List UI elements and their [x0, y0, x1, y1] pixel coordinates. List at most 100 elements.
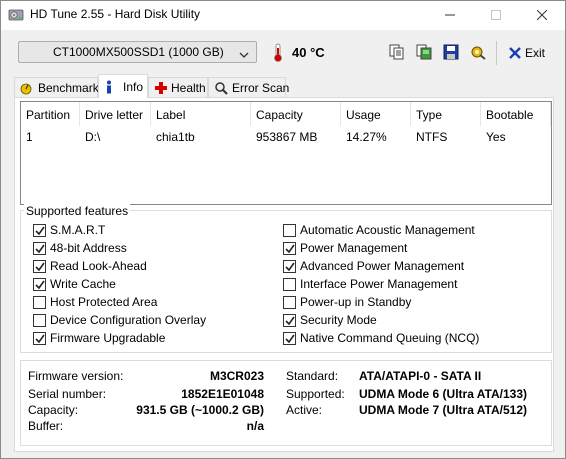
column-divider[interactable]	[79, 102, 80, 126]
tab-benchmark[interactable]: Benchmark	[14, 77, 99, 97]
tab-info[interactable]: Info	[98, 74, 148, 98]
standard-value: ATA/ATAPI-0 - SATA II	[359, 369, 482, 383]
feature-label: 48-bit Address	[50, 241, 127, 255]
app-window: HD Tune 2.55 - Hard Disk Utility CT1000M…	[0, 0, 566, 459]
info-icon	[107, 80, 111, 94]
info-panel: Partition Drive letter Label Capacity Us…	[14, 97, 554, 452]
column-header-drive-letter[interactable]: Drive letter	[85, 108, 143, 122]
error-scan-icon	[215, 82, 228, 95]
column-divider[interactable]	[550, 102, 551, 126]
temperature-readout: 40 °C	[292, 45, 325, 60]
cell-partition: 1	[26, 130, 33, 144]
tab-info-label: Info	[123, 80, 144, 94]
exit-label: Exit	[525, 46, 546, 60]
drive-info-group: Firmware version: M3CR023 Serial number:…	[20, 360, 552, 446]
tab-benchmark-label: Benchmark	[38, 81, 99, 95]
firmware-label: Firmware version:	[28, 369, 124, 383]
feature-label: Security Mode	[300, 313, 377, 327]
column-header-bootable[interactable]: Bootable	[486, 108, 533, 122]
column-header-capacity[interactable]: Capacity	[256, 108, 303, 122]
supported-features-group: Supported features S.M.A.R.T 48-bit Addr…	[20, 204, 552, 353]
column-header-label[interactable]: Label	[156, 108, 185, 122]
tab-error-scan-label: Error Scan	[232, 81, 290, 95]
tab-health-label: Health	[171, 81, 206, 95]
cell-type: NTFS	[416, 130, 448, 144]
serial-label: Serial number:	[28, 387, 107, 401]
feature-label: Read Look-Ahead	[50, 259, 147, 273]
cell-capacity: 953867 MB	[256, 130, 318, 144]
serial-value: 1852E1E01048	[181, 387, 264, 401]
feature-label: S.M.A.R.T	[50, 223, 106, 237]
supported-value: UDMA Mode 6 (Ultra ATA/133)	[359, 387, 528, 401]
thermometer-icon	[271, 43, 285, 66]
cell-usage: 14.27%	[346, 130, 387, 144]
column-header-type[interactable]: Type	[416, 108, 442, 122]
feature-checkbox[interactable]	[33, 278, 46, 291]
feature-checkbox[interactable]	[33, 296, 46, 309]
column-divider[interactable]	[480, 102, 481, 126]
cell-drive-letter: D:\	[85, 130, 101, 144]
copy-screenshot-icon[interactable]	[415, 43, 433, 61]
feature-checkbox[interactable]	[283, 242, 296, 255]
window-title: HD Tune 2.55 - Hard Disk Utility	[30, 7, 201, 21]
feature-label: Advanced Power Management	[300, 259, 465, 273]
feature-checkbox[interactable]	[283, 224, 296, 237]
column-divider[interactable]	[410, 102, 411, 126]
cell-label: chia1tb	[156, 130, 195, 144]
chevron-down-icon	[239, 48, 249, 62]
feature-label: Automatic Acoustic Management	[300, 223, 475, 237]
feature-checkbox[interactable]	[33, 260, 46, 273]
feature-checkbox[interactable]	[33, 314, 46, 327]
save-icon[interactable]	[442, 43, 460, 61]
drive-select-value: CT1000MX500SSD1 (1000 GB)	[53, 45, 224, 59]
feature-checkbox[interactable]	[283, 296, 296, 309]
hd-tune-app-icon[interactable]	[8, 7, 24, 23]
capacity-label: Capacity:	[28, 403, 79, 417]
feature-checkbox[interactable]	[283, 332, 296, 345]
minimize-button[interactable]	[427, 1, 473, 30]
options-icon[interactable]	[469, 43, 487, 61]
buffer-value: n/a	[246, 419, 264, 433]
buffer-label: Buffer:	[28, 419, 64, 433]
maximize-button[interactable]	[473, 1, 519, 30]
feature-checkbox[interactable]	[33, 332, 46, 345]
tab-error-scan[interactable]: Error Scan	[208, 77, 290, 97]
feature-label: Power Management	[300, 241, 408, 255]
standard-label: Standard:	[286, 369, 339, 383]
toolbar-divider	[496, 41, 497, 65]
column-divider[interactable]	[250, 102, 251, 126]
feature-checkbox[interactable]	[33, 224, 46, 237]
supported-label: Supported:	[286, 387, 345, 401]
feature-label: Firmware Upgradable	[50, 331, 166, 345]
active-label: Active:	[286, 403, 323, 417]
column-header-usage[interactable]: Usage	[346, 108, 381, 122]
supported-features-title: Supported features	[24, 204, 131, 218]
feature-label: Native Command Queuing (NCQ)	[300, 331, 480, 345]
close-button[interactable]	[519, 1, 565, 30]
feature-checkbox[interactable]	[33, 242, 46, 255]
title-bar[interactable]: HD Tune 2.55 - Hard Disk Utility	[1, 1, 565, 30]
benchmark-icon	[20, 83, 32, 95]
column-divider[interactable]	[150, 102, 151, 126]
health-icon	[155, 82, 167, 94]
feature-label: Device Configuration Overlay	[50, 313, 207, 327]
active-value: UDMA Mode 7 (Ultra ATA/512)	[359, 403, 528, 417]
feature-label: Power-up in Standby	[300, 295, 412, 309]
partition-list[interactable]: Partition Drive letter Label Capacity Us…	[20, 101, 552, 205]
exit-button[interactable]: Exit	[506, 43, 556, 63]
column-header-partition[interactable]: Partition	[26, 108, 70, 122]
feature-checkbox[interactable]	[283, 278, 296, 291]
feature-label: Write Cache	[50, 277, 116, 291]
column-divider[interactable]	[340, 102, 341, 126]
feature-checkbox[interactable]	[283, 314, 296, 327]
firmware-value: M3CR023	[209, 369, 264, 383]
drive-select[interactable]: CT1000MX500SSD1 (1000 GB)	[18, 41, 257, 63]
capacity-value: 931.5 GB (~1000.2 GB)	[136, 403, 264, 417]
cell-bootable: Yes	[486, 130, 506, 144]
feature-checkbox[interactable]	[283, 260, 296, 273]
exit-icon	[509, 47, 521, 59]
copy-text-icon[interactable]	[388, 43, 406, 61]
feature-label: Host Protected Area	[50, 295, 158, 309]
feature-label: Interface Power Management	[300, 277, 458, 291]
tab-health[interactable]: Health	[148, 77, 208, 97]
